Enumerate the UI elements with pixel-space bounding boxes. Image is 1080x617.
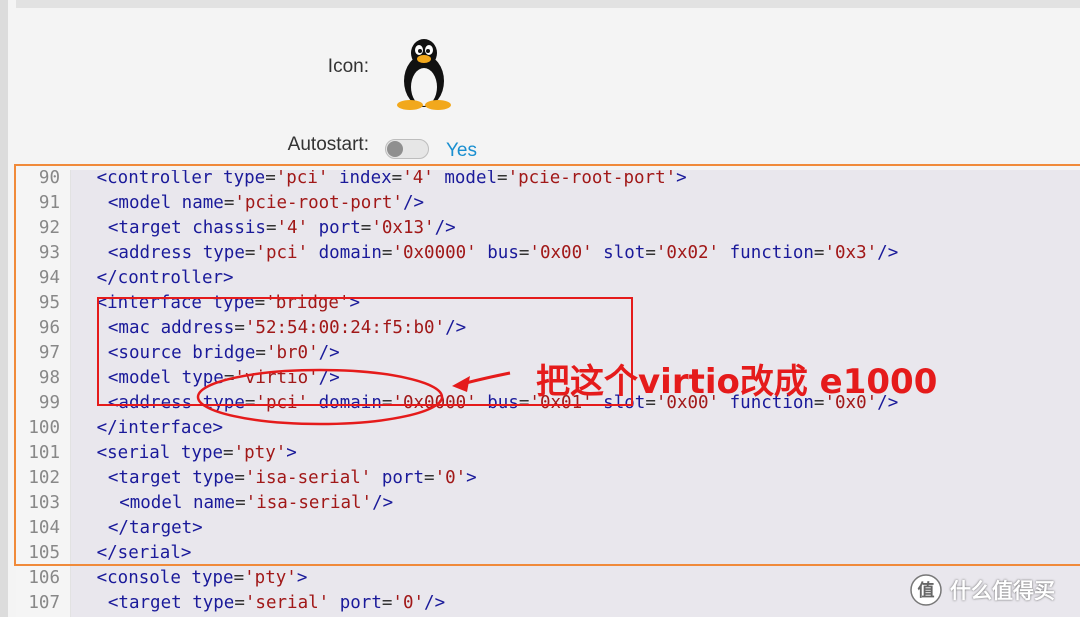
svg-text:值: 值 — [918, 580, 935, 601]
zhidemai-logo: 值 — [910, 574, 942, 606]
arrow-head — [452, 376, 470, 392]
watermark: 值 什么值得买 — [910, 573, 1055, 607]
watermark-text: 什么值得买 — [950, 579, 1055, 603]
virtio-circle — [196, 368, 444, 426]
annotation-text: 把这个virtio改成 e1000 — [536, 362, 938, 402]
annotation-overlay — [196, 368, 511, 426]
